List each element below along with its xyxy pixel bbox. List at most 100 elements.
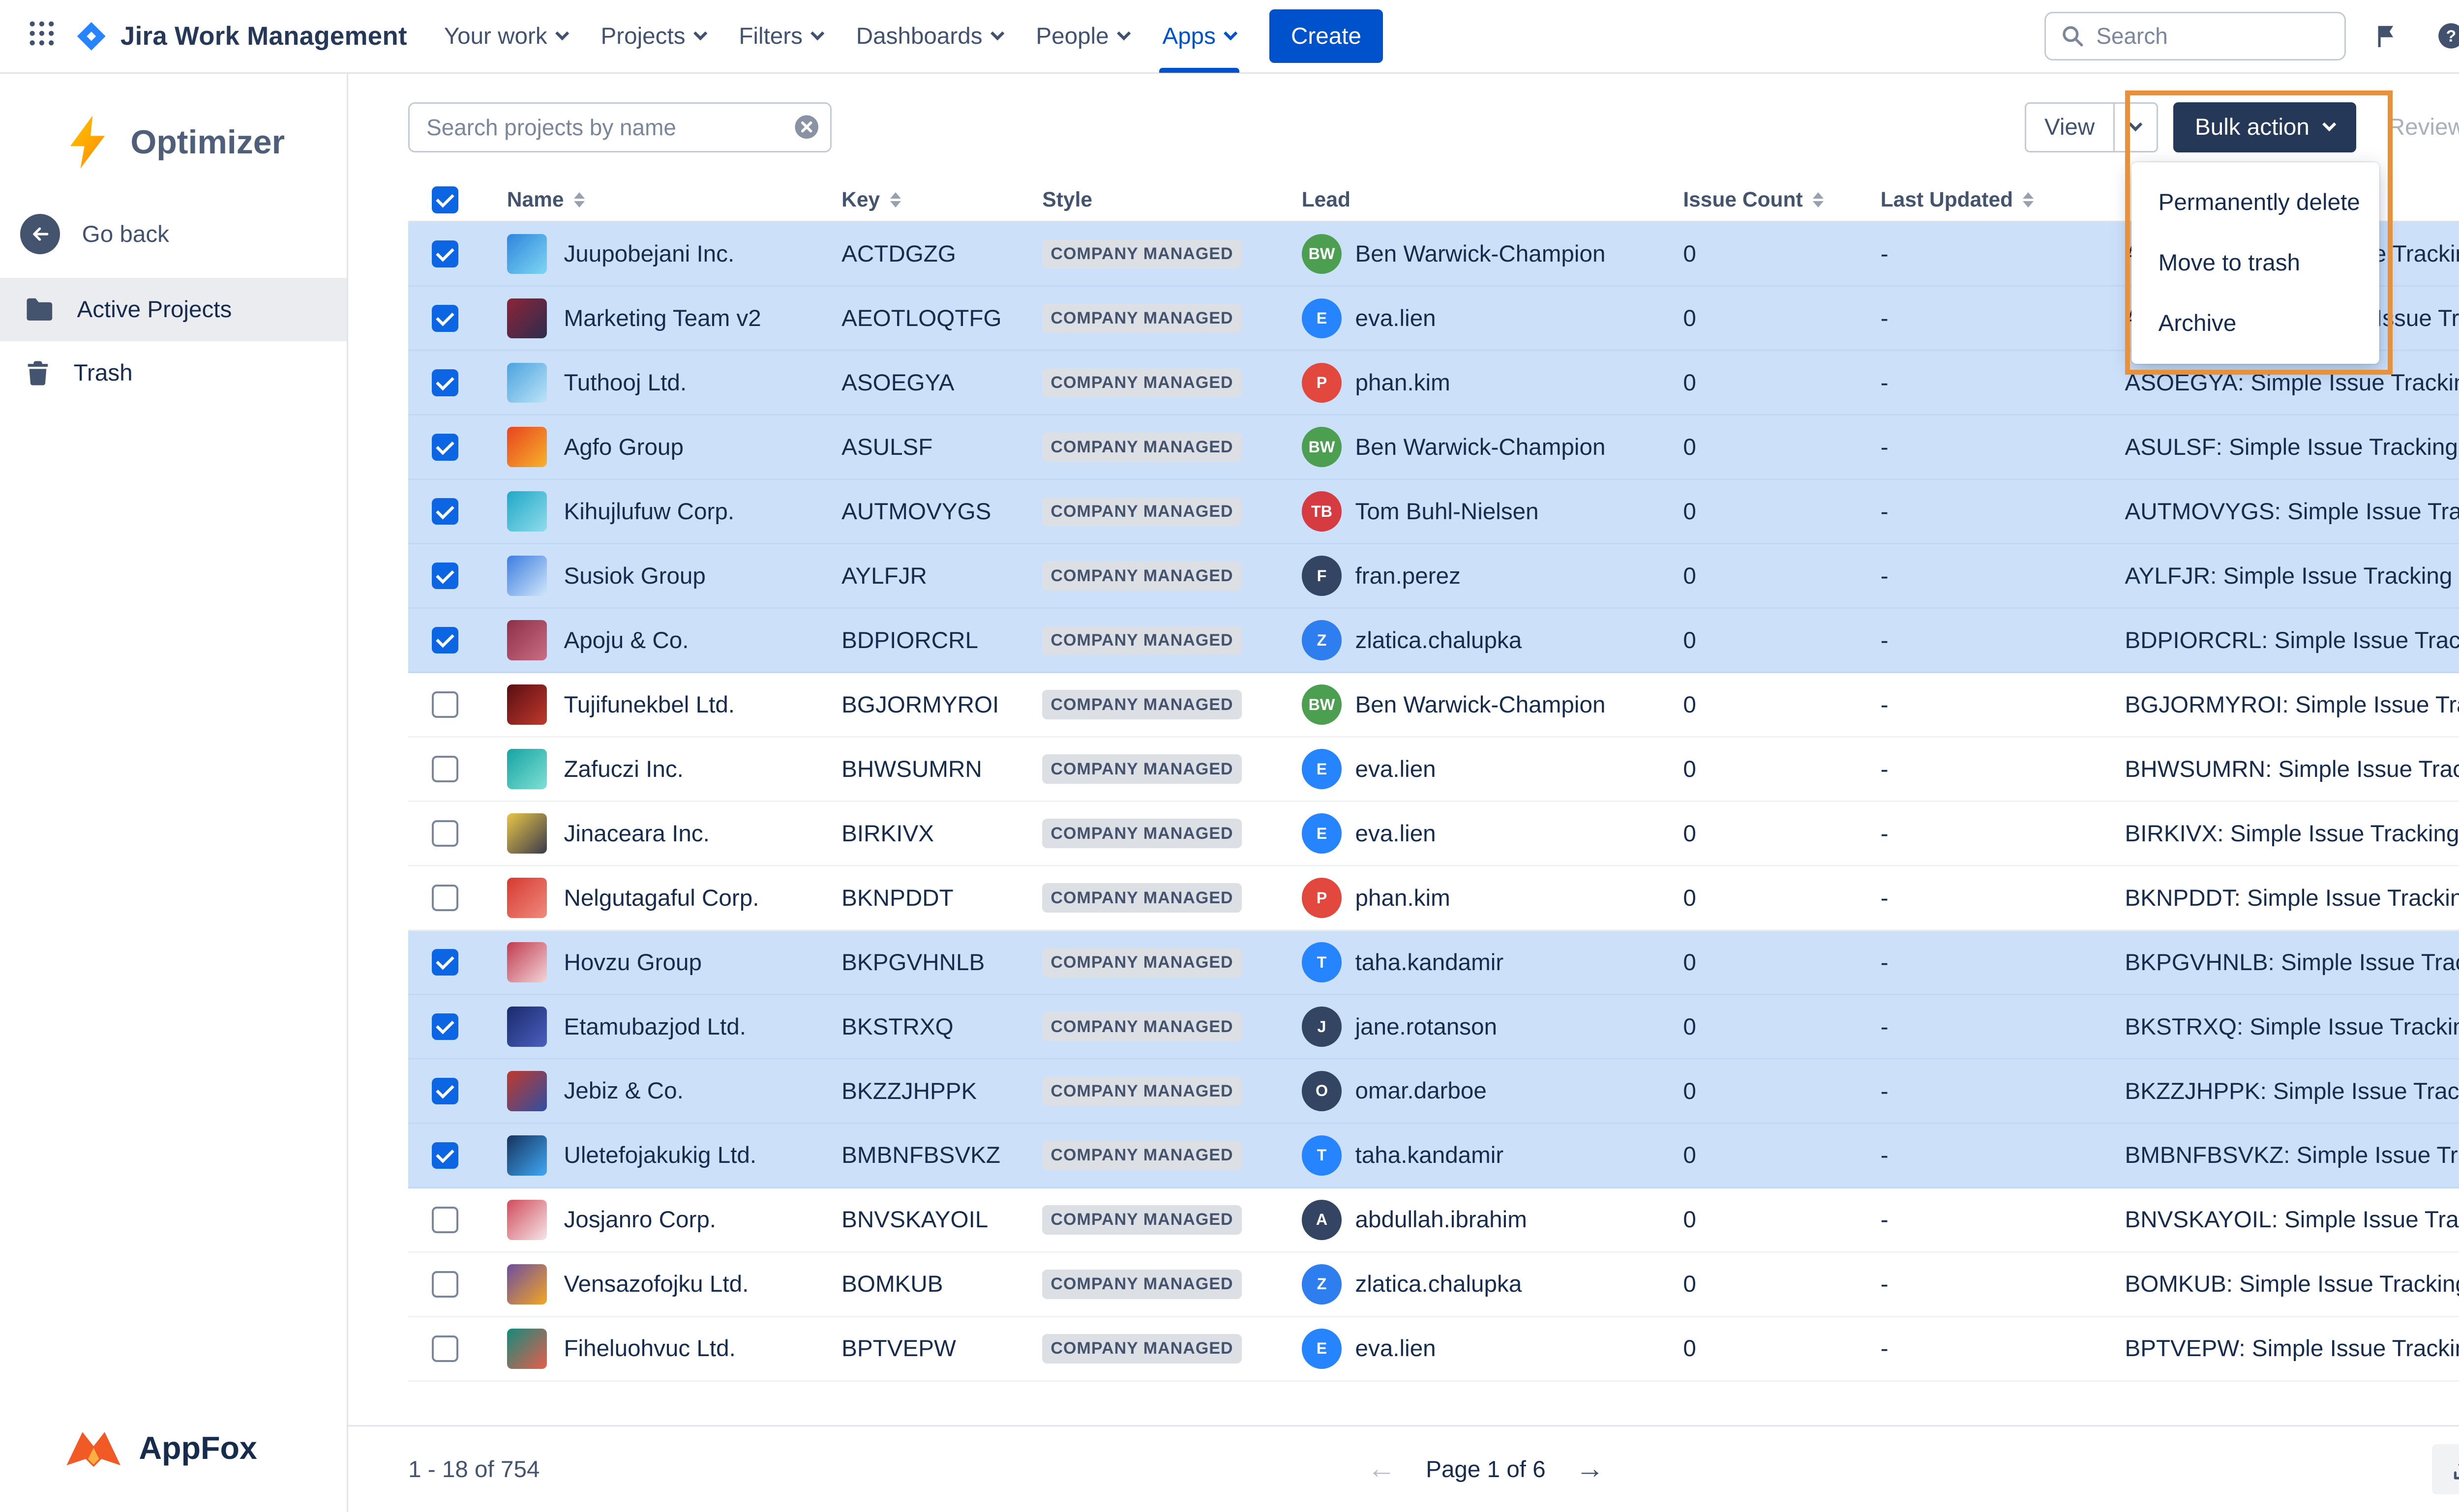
menu-item-archive[interactable]: Archive (2131, 293, 2379, 354)
table-row[interactable]: Fiheluohvuc Ltd. BPTVEPW COMPANY MANAGED… (408, 1317, 2459, 1382)
row-checkbox[interactable] (432, 305, 458, 331)
row-checkbox[interactable] (432, 369, 458, 396)
row-checkbox[interactable] (432, 756, 458, 782)
table-row[interactable]: Josjanro Corp. BNVSKAYOIL COMPANY MANAGE… (408, 1188, 2459, 1253)
nav-people[interactable]: People (1019, 0, 1145, 73)
lead-name: Ben Warwick-Champion (1355, 434, 1606, 461)
chevron-down-icon (1117, 27, 1131, 41)
global-search[interactable] (2044, 12, 2345, 60)
row-checkbox[interactable] (432, 498, 458, 525)
bulk-action-menu: Permanently delete Move to trash Archive (2131, 162, 2379, 364)
table-row[interactable]: Apoju & Co. BDPIORCRL COMPANY MANAGED Z … (408, 609, 2459, 673)
table-row[interactable]: Kihujlufuw Corp. AUTMOVYGS COMPANY MANAG… (408, 480, 2459, 544)
row-checkbox[interactable] (432, 563, 458, 589)
column-header-key[interactable]: Key (841, 188, 1042, 212)
style-badge: COMPANY MANAGED (1042, 819, 1241, 848)
style-badge: COMPANY MANAGED (1042, 1141, 1241, 1170)
sidebar-item-active-projects[interactable]: Active Projects (0, 278, 347, 341)
last-updated: - (1881, 820, 2125, 847)
prev-page-button[interactable]: ← (1367, 1455, 1396, 1483)
column-header-name[interactable]: Name (495, 188, 841, 212)
row-checkbox[interactable] (432, 1271, 458, 1298)
create-button[interactable]: Create (1269, 9, 1383, 63)
issue-count: 0 (1683, 369, 1880, 396)
project-summary: ASULSF: Simple Issue Tracking Iss... (2125, 434, 2459, 461)
project-key: BMBNFBSVKZ (841, 1142, 1042, 1169)
lead-avatar: E (1302, 749, 1342, 789)
project-search-input[interactable] (408, 102, 832, 152)
issue-count: 0 (1683, 240, 1880, 267)
table-row[interactable]: Agfo Group ASULSF COMPANY MANAGED BW Ben… (408, 415, 2459, 480)
row-checkbox[interactable] (432, 434, 458, 460)
project-search[interactable] (408, 102, 832, 152)
nav-projects[interactable]: Projects (584, 0, 722, 73)
app-root: Jira Work Management Your work Projects … (0, 0, 2459, 1512)
project-name: Hovzu Group (564, 949, 702, 976)
row-checkbox[interactable] (432, 820, 458, 847)
row-checkbox[interactable] (432, 949, 458, 976)
row-checkbox[interactable] (432, 1335, 458, 1362)
row-checkbox[interactable] (432, 885, 458, 911)
view-dropdown-button[interactable] (2113, 104, 2157, 151)
issue-count: 0 (1683, 627, 1880, 654)
view-button[interactable]: View (2026, 104, 2113, 151)
table-row[interactable]: Tujifunekbel Ltd. BGJORMYROI COMPANY MAN… (408, 673, 2459, 738)
clear-search-icon[interactable] (793, 114, 820, 140)
table-row[interactable]: Jebiz & Co. BKZZJHPPK COMPANY MANAGED O … (408, 1060, 2459, 1124)
table-row[interactable]: Jinaceara Inc. BIRKIVX COMPANY MANAGED E… (408, 802, 2459, 866)
project-icon (507, 1264, 547, 1304)
table-row[interactable]: Hovzu Group BKPGVHNLB COMPANY MANAGED T … (408, 931, 2459, 995)
project-icon (507, 1071, 547, 1111)
nav-filters[interactable]: Filters (722, 0, 839, 73)
announcements-button[interactable] (2361, 11, 2411, 61)
menu-item-permanently-delete[interactable]: Permanently delete (2131, 172, 2379, 233)
table-row[interactable]: Vensazofojku Ltd. BOMKUB COMPANY MANAGED… (408, 1253, 2459, 1317)
table-row[interactable]: Zafuczi Inc. BHWSUMRN COMPANY MANAGED E … (408, 738, 2459, 802)
lead-name: taha.kandamir (1355, 949, 1504, 976)
style-badge: COMPANY MANAGED (1042, 690, 1241, 719)
table-row[interactable]: Susiok Group AYLFJR COMPANY MANAGED F fr… (408, 544, 2459, 609)
column-header-last-updated[interactable]: Last Updated (1881, 188, 2125, 212)
bulk-action-button[interactable]: Bulk action (2173, 102, 2356, 152)
help-button[interactable]: ? (2426, 11, 2459, 61)
app-switcher-button[interactable] (17, 11, 67, 61)
next-page-button[interactable]: → (1576, 1455, 1604, 1483)
row-checkbox[interactable] (432, 1207, 458, 1233)
style-badge: COMPANY MANAGED (1042, 1076, 1241, 1105)
last-updated: - (1881, 1271, 2125, 1298)
project-key: AYLFJR (841, 563, 1042, 590)
lead-name: eva.lien (1355, 1335, 1436, 1362)
chevron-down-icon (1224, 27, 1238, 41)
row-checkbox[interactable] (432, 1078, 458, 1104)
row-checkbox[interactable] (432, 240, 458, 267)
row-checkbox[interactable] (432, 627, 458, 653)
row-checkbox[interactable] (432, 1142, 458, 1169)
lead-name: Tom Buhl-Nielsen (1355, 498, 1539, 525)
table-row[interactable]: Etamubazjod Ltd. BKSTRXQ COMPANY MANAGED… (408, 995, 2459, 1060)
column-header-issue-count[interactable]: Issue Count (1683, 188, 1880, 212)
menu-item-move-to-trash[interactable]: Move to trash (2131, 233, 2379, 293)
go-back-button[interactable]: Go back (0, 208, 347, 278)
last-updated: - (1881, 1142, 2125, 1169)
nav-apps[interactable]: Apps (1145, 0, 1252, 73)
lead-name: fran.perez (1355, 563, 1461, 590)
style-badge: COMPANY MANAGED (1042, 368, 1241, 397)
table-row[interactable]: Nelgutagaful Corp. BKNPDDT COMPANY MANAG… (408, 866, 2459, 931)
project-name: Fiheluohvuc Ltd. (564, 1335, 735, 1362)
project-icon (507, 878, 547, 918)
project-summary: AYLFJR: Simple Issue Tracking Iss... (2125, 563, 2459, 590)
global-search-input[interactable] (2096, 23, 2329, 49)
row-checkbox[interactable] (432, 691, 458, 718)
select-all-checkbox[interactable] (432, 186, 458, 213)
nav-your-work[interactable]: Your work (427, 0, 584, 73)
issue-count: 0 (1683, 1271, 1880, 1298)
table-row[interactable]: Uletefojakukig Ltd. BMBNFBSVKZ COMPANY M… (408, 1124, 2459, 1188)
sidebar-item-trash[interactable]: Trash (0, 341, 347, 405)
project-summary: BKNPDDT: Simple Issue Tracking I... (2125, 885, 2459, 912)
jira-brand[interactable]: Jira Work Management (67, 19, 427, 54)
export-button[interactable]: Export (2432, 1444, 2459, 1494)
project-key: BDPIORCRL (841, 627, 1042, 654)
row-checkbox[interactable] (432, 1013, 458, 1040)
nav-dashboards[interactable]: Dashboards (840, 0, 1020, 73)
fox-logo-icon (63, 1427, 123, 1469)
